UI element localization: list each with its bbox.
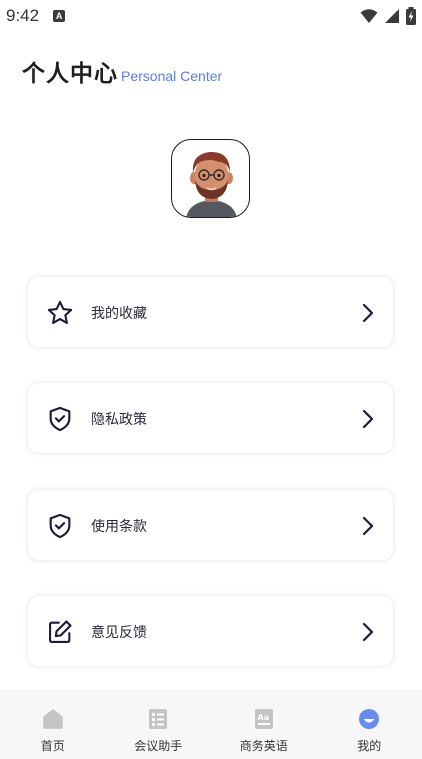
svg-text:Aa: Aa [257, 713, 269, 722]
profile-icon [357, 707, 381, 731]
shield-check-icon [45, 511, 75, 541]
menu-item-terms-of-use[interactable]: 使用条款 [27, 489, 394, 561]
menu-item-favorites[interactable]: 我的收藏 [27, 276, 394, 348]
nav-label: 首页 [40, 739, 65, 753]
page-subtitle: Personal Center [121, 68, 223, 84]
nav-item-home[interactable]: 首页 [0, 691, 106, 759]
a-icon: A [53, 10, 66, 22]
signal-icon [385, 9, 399, 23]
menu-item-label: 使用条款 [91, 519, 147, 535]
menu-item-label: 意见反馈 [91, 625, 147, 641]
wifi-icon [360, 9, 378, 23]
screen: 9:42 A 个人中心 Personal Center 我的收藏 隐私政策 使用… [0, 0, 422, 759]
menu-item-feedback[interactable]: 意见反馈 [27, 595, 394, 667]
nav-item-meeting-assistant[interactable]: 会议助手 [106, 691, 212, 759]
nav-label: 我的 [357, 739, 382, 753]
menu-item-label: 我的收藏 [91, 306, 147, 322]
avatar[interactable] [171, 139, 250, 218]
avatar-memoji [186, 151, 237, 217]
nav-label: 商务英语 [239, 739, 288, 753]
nav-item-mine[interactable]: 我的 [317, 691, 422, 759]
chevron-right-icon [361, 302, 375, 324]
shield-check-icon [45, 404, 75, 434]
home-icon [41, 707, 65, 731]
star-icon [45, 298, 75, 328]
chevron-right-icon [361, 621, 375, 643]
page-title: 个人中心 [22, 61, 118, 87]
menu-item-label: 隐私政策 [91, 412, 147, 428]
nav-label: 会议助手 [134, 739, 183, 753]
chevron-right-icon [361, 515, 375, 537]
translate-icon: Aa [252, 707, 276, 731]
edit-icon [45, 617, 75, 647]
header: 个人中心 Personal Center [22, 54, 222, 88]
menu-item-privacy-policy[interactable]: 隐私政策 [27, 382, 394, 454]
nav-item-business-english[interactable]: Aa 商务英语 [211, 691, 317, 759]
bottom-nav: 首页 会议助手 Aa 商务英语 我的 [0, 690, 422, 759]
status-time: 9:42 [6, 6, 40, 25]
list-icon [146, 707, 170, 731]
chevron-right-icon [361, 408, 375, 430]
status-bar: 9:42 A [0, 0, 422, 32]
battery-charging-icon [406, 7, 416, 25]
